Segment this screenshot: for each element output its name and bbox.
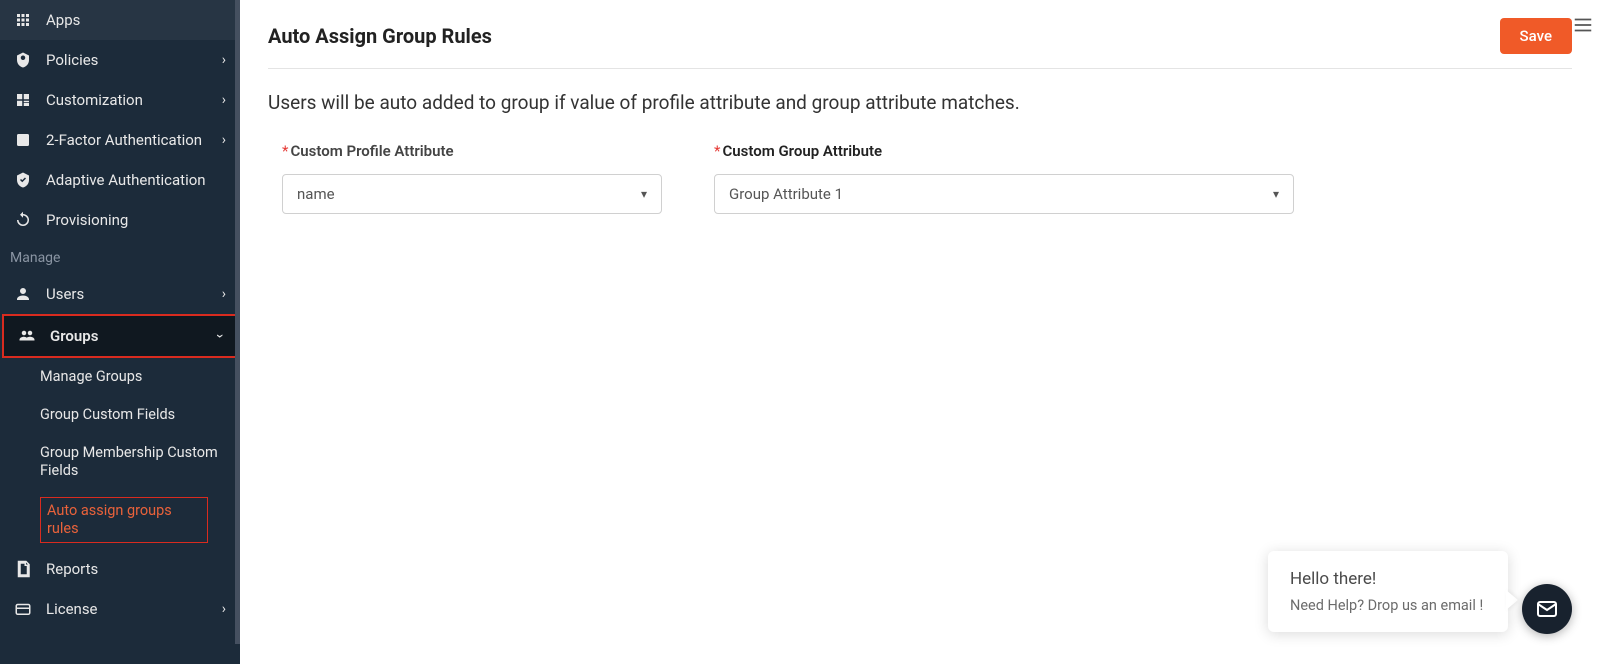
submenu-group-custom-fields[interactable]: Group Custom Fields: [40, 396, 240, 434]
sidebar: Apps Policies › Customization › 2-Factor…: [0, 0, 240, 664]
chevron-down-icon: ›: [212, 334, 228, 338]
reports-icon: [14, 560, 32, 578]
chevron-right-icon: ›: [222, 286, 226, 302]
chevron-down-icon: ▾: [641, 187, 647, 201]
customization-icon: [14, 91, 32, 109]
sidebar-item-customization[interactable]: Customization ›: [0, 80, 240, 120]
sidebar-item-policies[interactable]: Policies ›: [0, 40, 240, 80]
sidebar-item-provisioning[interactable]: Provisioning: [0, 200, 240, 240]
submenu-auto-assign-groups-rules[interactable]: Auto assign groups rules: [40, 497, 208, 543]
page-description: Users will be auto added to group if val…: [268, 91, 1572, 114]
groups-icon: [18, 327, 36, 345]
chat-fab-button[interactable]: [1522, 584, 1572, 634]
chat-greeting: Hello there!: [1290, 569, 1486, 589]
apps-icon: [14, 11, 32, 29]
page-title: Auto Assign Group Rules: [268, 24, 492, 48]
profile-attribute-select[interactable]: name ▾: [282, 174, 662, 214]
sync-icon: [14, 211, 32, 229]
chat-helper-text: Need Help? Drop us an email !: [1290, 597, 1486, 614]
submenu-group-membership-custom-fields[interactable]: Group Membership Custom Fields: [40, 434, 240, 490]
2fa-icon: [14, 131, 32, 149]
nav-label: 2-Factor Authentication: [46, 131, 202, 149]
group-attribute-label: Custom Group Attribute: [714, 142, 1294, 160]
sidebar-item-users[interactable]: Users ›: [0, 274, 240, 314]
license-icon: [14, 600, 32, 618]
section-label-manage: Manage: [0, 240, 240, 274]
submenu-manage-groups[interactable]: Manage Groups: [40, 358, 240, 396]
group-attribute-select[interactable]: Group Attribute 1 ▾: [714, 174, 1294, 214]
sidebar-item-2fa[interactable]: 2-Factor Authentication ›: [0, 120, 240, 160]
sidebar-item-groups[interactable]: Groups ›: [2, 314, 238, 358]
groups-submenu: Manage Groups Group Custom Fields Group …: [0, 358, 240, 549]
profile-attribute-column: Custom Profile Attribute name ▾: [282, 142, 662, 214]
nav-label: Apps: [46, 11, 80, 29]
page-header: Auto Assign Group Rules Save: [268, 18, 1572, 69]
nav-label: License: [46, 600, 98, 618]
menu-icon: [1572, 14, 1594, 36]
nav-label: Customization: [46, 91, 143, 109]
group-attribute-value: Group Attribute 1: [729, 185, 843, 203]
form-row: Custom Profile Attribute name ▾ Custom G…: [282, 142, 1572, 214]
sidebar-item-license[interactable]: License ›: [0, 589, 240, 629]
nav-label: Groups: [50, 327, 98, 345]
nav-label: Users: [46, 285, 84, 303]
chevron-right-icon: ›: [222, 92, 226, 108]
chevron-right-icon: ›: [222, 52, 226, 68]
sidebar-item-adaptive[interactable]: Adaptive Authentication: [0, 160, 240, 200]
chevron-right-icon: ›: [222, 601, 226, 617]
mail-icon: [1535, 597, 1559, 621]
nav-label: Reports: [46, 560, 98, 578]
group-attribute-column: Custom Group Attribute Group Attribute 1…: [714, 142, 1294, 214]
side-menu-toggle[interactable]: [1572, 14, 1594, 40]
nav-label: Policies: [46, 51, 98, 69]
help-chat-bubble[interactable]: Hello there! Need Help? Drop us an email…: [1268, 551, 1508, 632]
nav-label: Adaptive Authentication: [46, 171, 206, 189]
chevron-right-icon: ›: [222, 132, 226, 148]
user-icon: [14, 285, 32, 303]
save-button[interactable]: Save: [1500, 18, 1572, 54]
shield-check-icon: [14, 171, 32, 189]
sidebar-item-apps[interactable]: Apps: [0, 0, 240, 40]
profile-attribute-label: Custom Profile Attribute: [282, 142, 662, 160]
profile-attribute-value: name: [297, 185, 335, 203]
sidebar-item-reports[interactable]: Reports: [0, 549, 240, 589]
chevron-down-icon: ▾: [1273, 187, 1279, 201]
nav-label: Provisioning: [46, 211, 128, 229]
policy-icon: [14, 51, 32, 69]
